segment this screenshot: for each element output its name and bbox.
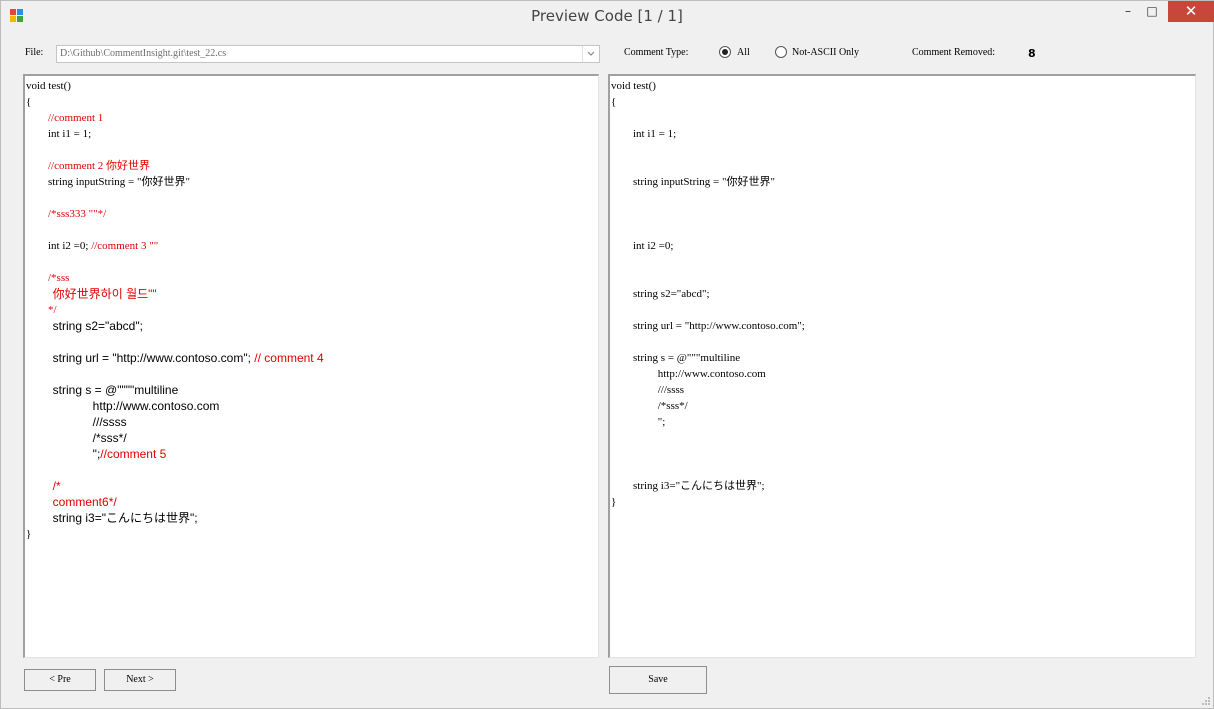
code-line: "; [611,414,666,430]
code-line: string i3="こんにちは世界"; [26,510,198,527]
code-line: /*sss [26,270,69,286]
code-line: { [26,94,31,110]
code-comment: 你好世界하이 월드"" [26,287,157,301]
code-text: "; [611,416,666,428]
code-line: int i2 =0; //comment 3 "" [26,238,158,254]
code-line: ///ssss [611,382,684,398]
pre-button[interactable]: < Pre [24,669,96,691]
radio-not-ascii-only-label[interactable]: Not-ASCII Only [792,47,859,58]
next-button[interactable]: Next > [104,669,176,691]
code-line: */ [26,302,57,318]
file-label: File: [25,47,44,58]
chevron-down-icon [587,51,595,56]
code-line: /*sss333 ""*/ [26,206,106,222]
code-line: http://www.contoso.com [611,366,766,382]
code-text: void test() [26,80,71,92]
title-bar: Preview Code [1 / 1] – □ ✕ [1,1,1214,31]
window-title: Preview Code [1 / 1] [531,7,683,25]
code-comment: // comment 4 [254,351,324,365]
code-line: string s2="abcd"; [611,286,710,302]
radio-not-ascii-only[interactable] [775,46,787,58]
preview-code-window: Preview Code [1 / 1] – □ ✕ File: D:\Gith… [0,0,1214,709]
code-line: /*sss*/ [611,398,688,414]
code-line: ";//comment 5 [26,446,167,463]
resize-grip-icon[interactable] [1200,695,1210,705]
comment-removed-count: 8 [1028,47,1036,60]
comment-removed-label: Comment Removed: [912,47,996,58]
code-text: /*sss*/ [611,400,688,412]
code-line: /*sss*/ [26,430,127,447]
code-line: string url = "http://www.contoso.com"; /… [26,350,324,367]
code-line: string inputString = "你好世界" [611,174,775,190]
code-text: string i3="こんにちは世界"; [26,511,198,525]
code-comment: //comment 3 "" [91,240,159,252]
radio-all-label[interactable]: All [737,47,750,58]
maximize-button[interactable]: □ [1138,1,1166,21]
code-text: int i2 =0; [26,240,92,252]
code-line: string i3="こんにちは世界"; [611,478,765,494]
code-text: { [611,96,617,108]
code-line: int i2 =0; [611,238,673,254]
radio-all[interactable] [719,46,731,58]
code-comment: /*sss [26,272,70,284]
code-text: } [26,528,32,540]
code-text: string s2="abcd"; [26,319,143,333]
code-text: http://www.contoso.com [611,368,766,380]
code-text: string i3="こんにちは世界"; [611,480,765,492]
code-text: ///ssss [611,384,685,396]
code-comment: /*sss333 ""*/ [26,208,107,220]
file-dropdown-button[interactable] [582,46,599,62]
original-code-editor[interactable]: void test() { //comment 1 int i1 = 1; //c… [23,74,599,658]
code-text: } [611,496,617,508]
code-comment: //comment 1 [26,112,104,124]
comment-type-label: Comment Type: [624,47,689,58]
code-line: string url = "http://www.contoso.com"; [611,318,805,334]
cleaned-code-editor[interactable]: void test() { int i1 = 1; string inputStr… [608,74,1196,658]
code-line: //comment 1 [26,110,103,126]
code-line: string s = @"""multiline [611,350,740,366]
code-line: string s = @""""multiline [26,382,179,399]
code-comment: */ [26,304,57,316]
code-text: ///ssss [26,415,127,429]
code-text: void test() [611,80,656,92]
save-button[interactable]: Save [609,666,707,694]
code-text: { [26,96,32,108]
code-line: string inputString = "你好世界" [26,174,190,190]
code-line: } [26,526,31,542]
code-line: int i1 = 1; [26,126,91,142]
code-text: string url = "http://www.contoso.com"; [26,351,255,365]
code-line: http://www.contoso.com [26,398,220,415]
code-text: "; [26,447,101,461]
close-button[interactable]: ✕ [1168,1,1214,22]
file-combobox[interactable]: D:\Github\CommentInsight.git\test_22.cs [56,45,600,63]
code-text: int i1 = 1; [611,128,677,140]
code-line: comment6*/ [26,494,117,511]
code-line: } [611,494,616,510]
code-comment: comment6*/ [26,495,117,509]
code-text: string s2="abcd"; [611,288,710,300]
code-text: int i1 = 1; [26,128,92,140]
code-comment: /* [26,479,61,493]
code-text: string s = @""""multiline [26,383,179,397]
code-text: http://www.contoso.com [26,399,220,413]
code-line: string s2="abcd"; [26,318,143,335]
code-text: string inputString = "你好世界" [26,176,190,188]
code-line: //comment 2 你好世界 [26,158,150,174]
radio-selected-dot [722,49,728,55]
code-comment: //comment 2 你好世界 [26,160,151,172]
code-line: int i1 = 1; [611,126,676,142]
code-line: { [611,94,616,110]
code-text: string url = "http://www.contoso.com"; [611,320,805,332]
code-line: 你好世界하이 월드"" [26,286,157,303]
code-text: string inputString = "你好世界" [611,176,775,188]
code-line: ///ssss [26,414,127,431]
code-text: string s = @"""multiline [611,352,741,364]
file-path-value: D:\Github\CommentInsight.git\test_22.cs [60,48,227,59]
code-text: /*sss*/ [26,431,127,445]
code-text: int i2 =0; [611,240,674,252]
code-line: void test() [26,78,71,94]
code-line: /* [26,478,61,495]
code-line: void test() [611,78,656,94]
code-comment: //comment 5 [100,447,167,461]
